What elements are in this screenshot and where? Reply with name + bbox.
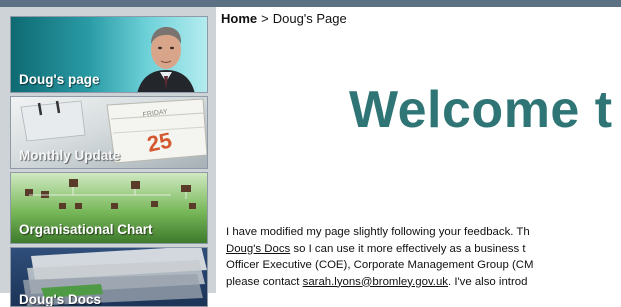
sidebar-tile-label: Monthly Update [19, 148, 121, 163]
sidebar-tile-monthly-update[interactable]: 25 FRIDAY Monthly Update [10, 96, 208, 169]
sidebar-tile-dougs-docs[interactable]: Doug's Docs [10, 247, 208, 307]
welcome-heading: Welcome t [349, 81, 613, 139]
paragraph-line-2-text: so I can use it more effectively as a bu… [290, 242, 526, 255]
breadcrumb-home-link[interactable]: Home [221, 11, 257, 26]
sidebar-tile-dougs-page[interactable]: Doug's page [10, 16, 208, 93]
email-link[interactable]: sarah.lyons@bromley.gov.uk [303, 276, 448, 288]
sidebar-tile-org-chart[interactable]: Organisational Chart [10, 172, 208, 244]
paragraph-line-4-pre: please contact [226, 275, 303, 288]
sidebar-tile-label: Doug's page [19, 72, 100, 87]
paragraph-line-3: Officer Executive (COE), Corporate Manag… [226, 259, 534, 271]
intro-paragraph: I have modified my page slightly followi… [226, 224, 621, 290]
top-rule [0, 0, 621, 7]
sidebar-tile-label: Organisational Chart [19, 222, 153, 237]
breadcrumb: Home > Doug's Page [221, 11, 347, 26]
sidebar-nav: Doug's page 25 FRIDAY Monthly Update Org… [0, 7, 216, 307]
dougs-docs-link[interactable]: Doug's Docs [226, 243, 290, 255]
paragraph-line-4: please contact sarah.lyons@bromley.gov.u… [226, 274, 621, 291]
sidebar-tile-label: Doug's Docs [19, 292, 101, 307]
svg-text:25: 25 [145, 127, 174, 157]
paragraph-line-2: Doug's Docs so I can use it more effecti… [226, 241, 621, 258]
breadcrumb-current: Doug's Page [272, 11, 347, 26]
paragraph-line-1: I have modified my page slightly followi… [226, 226, 530, 238]
breadcrumb-separator: > [261, 11, 269, 26]
doug-portrait-image [137, 27, 195, 92]
paragraph-line-4-post: . I've also introd [447, 275, 528, 288]
